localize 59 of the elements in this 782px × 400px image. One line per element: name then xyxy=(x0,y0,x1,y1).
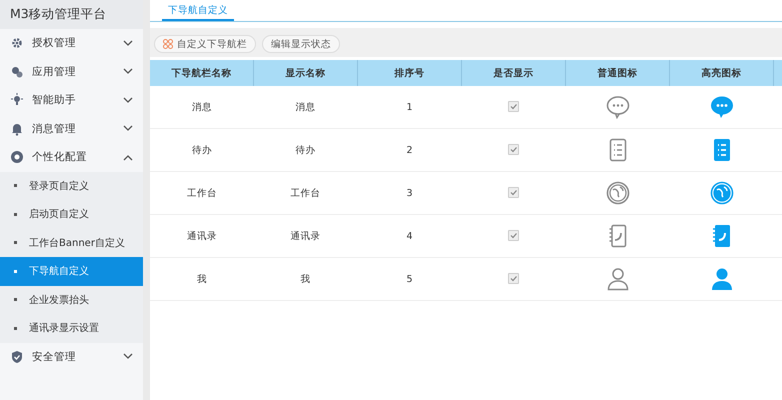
checkbox[interactable] xyxy=(508,187,519,198)
column-header: 下导航栏名称 xyxy=(150,60,254,86)
checkbox[interactable] xyxy=(508,273,519,284)
checkbox[interactable] xyxy=(508,101,519,112)
table-cell: 待办 xyxy=(296,144,316,156)
column-header: 是否显示 xyxy=(462,60,566,86)
table-cell: 我 xyxy=(196,274,207,284)
menu-item[interactable]: 工作台Banner自定义 xyxy=(0,228,143,257)
menu-group[interactable]: 智能助手 xyxy=(0,86,143,114)
table-cell: 消息 xyxy=(296,102,316,112)
table-cell: 2 xyxy=(406,144,413,156)
globe-icon xyxy=(606,181,630,205)
person-icon xyxy=(606,267,630,291)
menu-item[interactable]: 下导航自定义 xyxy=(0,257,143,286)
table-cell: 待办 xyxy=(192,144,212,156)
column-header: 高亮图标 xyxy=(670,60,774,86)
column-header: 普通图标 xyxy=(566,60,670,86)
toolbar-button[interactable]: 编辑显示状态 xyxy=(262,35,340,53)
menu-item[interactable]: 企业发票抬头 xyxy=(0,286,143,314)
shield-icon xyxy=(10,350,24,364)
table-cell: 4 xyxy=(406,230,413,242)
table-cell: 5 xyxy=(406,274,413,284)
menu-group-label: 应用管理 xyxy=(32,64,77,79)
menu-group[interactable]: 消息管理 xyxy=(0,114,143,143)
bulb-icon xyxy=(10,93,24,108)
table-cell: 1 xyxy=(406,102,413,112)
table-cell: 工作台 xyxy=(290,188,320,198)
menu-group-label: 安全管理 xyxy=(32,350,77,364)
menu-group[interactable]: 授权管理 xyxy=(0,29,143,58)
menu-group-label: 消息管理 xyxy=(32,122,77,136)
grid-icon xyxy=(163,39,173,49)
table-cell: 工作台 xyxy=(186,188,217,198)
chat-icon xyxy=(710,95,734,119)
table-cell: 通讯录 xyxy=(186,230,217,242)
menu-group[interactable]: 安全管理 xyxy=(0,342,143,371)
globe-icon xyxy=(710,181,734,205)
menu-item[interactable]: 登录页自定义 xyxy=(0,172,143,200)
person-icon xyxy=(710,267,734,291)
toolbar-button[interactable]: 自定义下导航栏 xyxy=(154,35,256,53)
menu-group-label: 智能助手 xyxy=(32,93,77,108)
table-cell: 消息 xyxy=(192,102,212,112)
tab[interactable]: 下导航自定义 xyxy=(162,0,234,21)
menu-group[interactable]: 个性化配置 xyxy=(0,143,143,172)
app-title: M3移动管理平台 xyxy=(0,0,143,29)
table-cell: 我 xyxy=(300,274,310,284)
column-header: 显示名称 xyxy=(254,60,358,86)
column-header: 排序号 xyxy=(358,60,462,86)
menu-group-label: 个性化配置 xyxy=(32,150,88,164)
checkbox[interactable] xyxy=(508,144,519,156)
chat-icon xyxy=(606,95,630,119)
menu-group[interactable]: 应用管理 xyxy=(0,58,143,86)
checkbox[interactable] xyxy=(508,230,519,242)
menu-item[interactable]: 启动页自定义 xyxy=(0,200,143,228)
menu-item[interactable]: 通讯录显示设置 xyxy=(0,314,143,342)
bell-icon xyxy=(10,122,24,136)
gear-icon xyxy=(10,36,24,50)
table-cell: 通讯录 xyxy=(290,230,320,242)
table-cell: 3 xyxy=(406,188,413,198)
menu-group-label: 授权管理 xyxy=(32,36,77,50)
